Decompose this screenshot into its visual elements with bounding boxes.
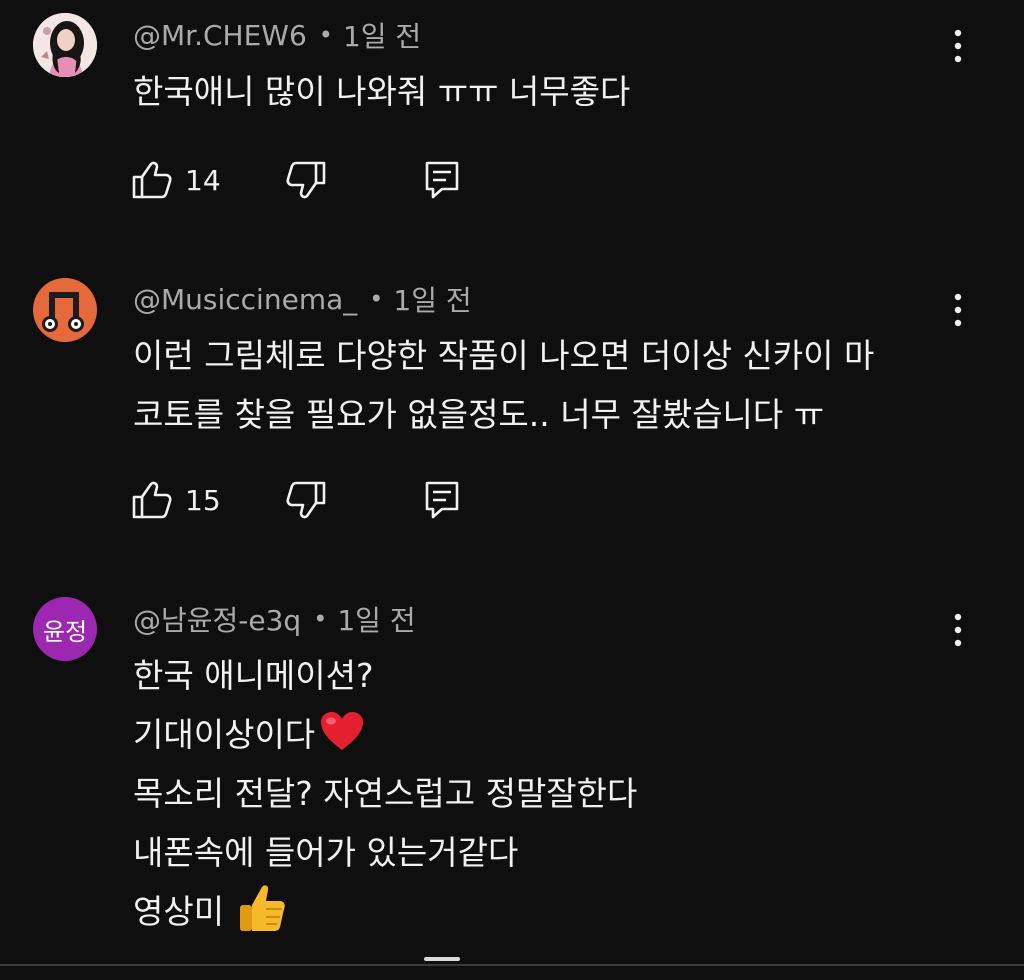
vertical-dots-icon — [954, 613, 962, 647]
thumb-up-outline-icon — [132, 481, 172, 519]
comment-author[interactable]: @남윤정-e3q — [133, 599, 301, 639]
dislike-button[interactable] — [285, 158, 327, 202]
photo-avatar-icon — [33, 13, 97, 77]
reply-icon-peek — [424, 957, 460, 961]
thumb-down-outline-icon — [286, 481, 326, 519]
thumb-up-outline-icon — [132, 161, 172, 199]
comment-author[interactable]: @Musiccinema_ — [133, 283, 357, 316]
comment-actions: 15 — [131, 478, 491, 522]
comments-page: @Mr.CHEW6 • 1일 전 한국애니 많이 나와줘 ㅠㅠ 너무좋다 14 — [0, 0, 1024, 980]
comment-line: 코토를 찾을 필요가 없을정도.. 너무 잘봤습니다 ㅠ — [133, 395, 825, 434]
comment-line: 목소리 전달? 자연스럽고 정말잘한다 — [133, 774, 638, 813]
red-heart-icon — [321, 712, 364, 750]
reply-comment-icon — [425, 161, 459, 199]
avatar[interactable] — [33, 13, 97, 77]
avatar[interactable] — [33, 278, 97, 342]
comment-meta: @남윤정-e3q • 1일 전 — [133, 599, 416, 639]
comment-meta: @Musiccinema_ • 1일 전 — [133, 279, 472, 319]
like-button[interactable]: 14 — [131, 158, 221, 202]
vertical-dots-icon — [954, 29, 962, 63]
comment-timestamp[interactable]: 1일 전 — [343, 15, 421, 55]
music-note-avatar-icon — [33, 278, 97, 342]
like-button[interactable]: 15 — [131, 478, 221, 522]
dislike-button[interactable] — [285, 478, 327, 522]
meta-separator: • — [369, 285, 384, 313]
comment-text: 한국애니 많이 나와줘 ㅠㅠ 너무좋다 — [133, 62, 953, 121]
bottom-divider — [0, 964, 1024, 980]
avatar[interactable]: 윤정 — [33, 597, 97, 661]
comment-text: 이런 그림체로 다양한 작품이 나오면 더이상 신카이 마 코토를 찾을 필요가… — [133, 326, 953, 444]
comment-line-text: 기대이상이다 — [133, 715, 316, 754]
thumbs-up-icon — [240, 885, 285, 931]
thumb-down-outline-icon — [286, 161, 326, 199]
meta-separator: • — [318, 21, 333, 49]
like-count: 14 — [185, 163, 221, 197]
comment-author[interactable]: @Mr.CHEW6 — [133, 19, 307, 52]
comment-line: 한국 애니메이션? — [133, 656, 374, 695]
reply-button[interactable] — [424, 478, 460, 522]
like-count: 15 — [185, 483, 221, 517]
comment-line-with-heart: 기대이상이다 — [133, 705, 953, 764]
meta-separator: • — [313, 605, 328, 633]
comment-actions: 14 — [131, 158, 491, 202]
comment-text: 한국 애니메이션? 기대이상이다 목소리 전달? 자연스럽고 정말잘한다 내폰속… — [133, 646, 953, 941]
comment-timestamp[interactable]: 1일 전 — [337, 599, 415, 639]
reply-button[interactable] — [424, 158, 460, 202]
comment-line-with-thumb: 영상미 — [133, 882, 953, 941]
comment-line: 내폰속에 들어가 있는거같다 — [133, 833, 519, 872]
comment-line: 이런 그림체로 다양한 작품이 나오면 더이상 신카이 마 — [133, 336, 875, 375]
comment-timestamp[interactable]: 1일 전 — [393, 279, 471, 319]
reply-comment-icon — [425, 481, 459, 519]
avatar-initials: 윤정 — [42, 617, 88, 646]
comment-meta: @Mr.CHEW6 • 1일 전 — [133, 15, 421, 55]
vertical-dots-icon — [954, 293, 962, 327]
comment-line-text: 영상미 — [133, 892, 225, 931]
comment-line: 한국애니 많이 나와줘 ㅠㅠ 너무좋다 — [133, 72, 631, 111]
